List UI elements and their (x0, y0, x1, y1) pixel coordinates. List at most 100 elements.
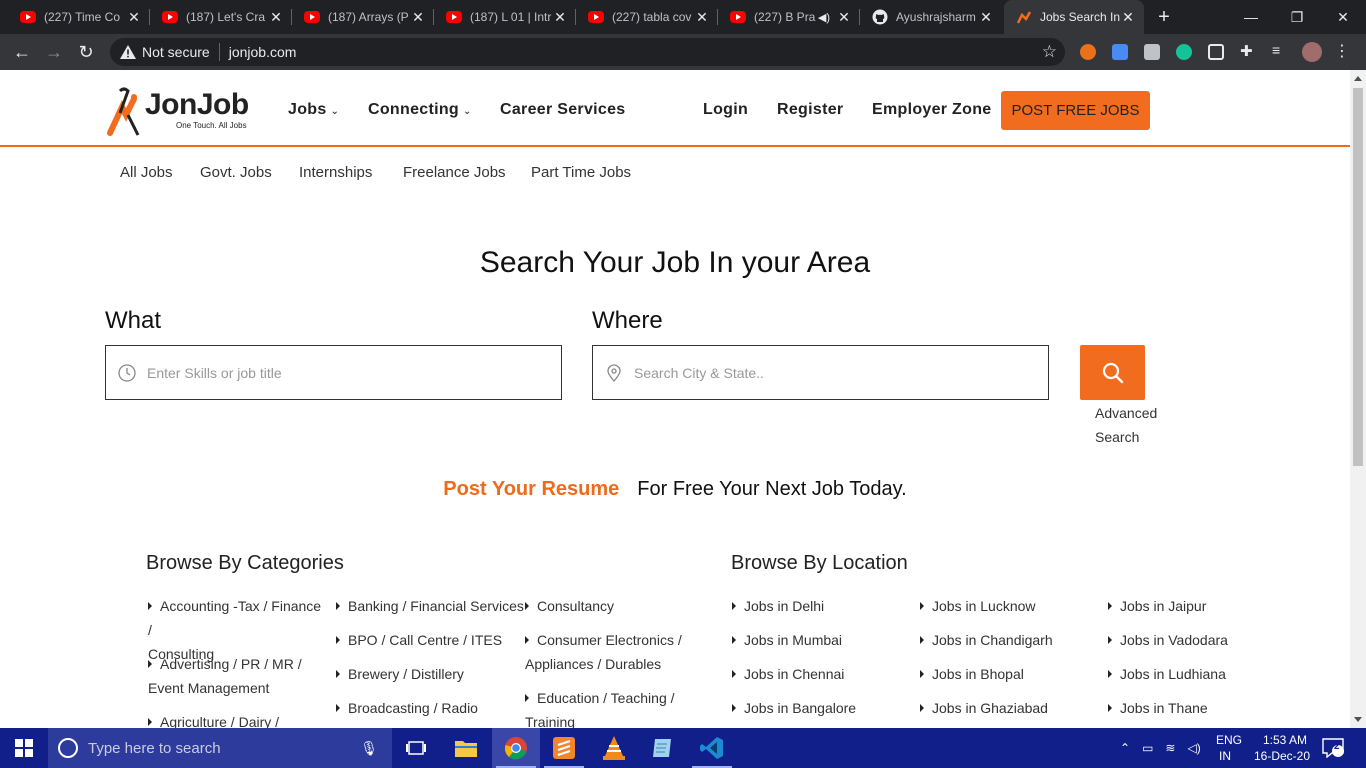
close-tab-icon[interactable]: ✕ (694, 9, 710, 25)
audio-playing-icon[interactable]: ◀) (818, 11, 830, 24)
advanced-search-link[interactable]: Advanced Search (1095, 401, 1165, 449)
close-tab-icon[interactable]: ✕ (268, 9, 284, 25)
vscode-icon[interactable] (688, 728, 736, 768)
category-item[interactable]: Consumer Electronics / Appliances / Durab… (525, 628, 695, 676)
where-input[interactable] (634, 364, 1014, 381)
grammarly-icon[interactable] (1176, 44, 1192, 60)
nav-connecting[interactable]: Connecting ⌄ (368, 101, 472, 119)
reload-icon[interactable]: ↻ (74, 40, 98, 64)
site-logo[interactable]: JonJob One Touch. All Jobs (104, 85, 260, 137)
category-item[interactable]: Agriculture / Dairy / (148, 710, 328, 728)
task-view-icon[interactable] (392, 728, 440, 768)
category-item[interactable]: Consultancy (525, 594, 614, 618)
browser-tab[interactable]: (187) Let's Cra ✕ (150, 0, 292, 34)
browser-tab[interactable]: (187) L 01 | Intr ✕ (434, 0, 576, 34)
file-explorer-icon[interactable] (442, 728, 490, 768)
location-item[interactable]: Jobs in Ghaziabad (920, 696, 1048, 720)
extensions-puzzle-icon[interactable]: ✚ (1240, 42, 1256, 60)
category-item[interactable]: Brewery / Distillery (336, 662, 464, 686)
taskbar-search[interactable]: Type here to search 🎙 (48, 728, 392, 768)
battery-icon[interactable]: ▭ (1142, 741, 1153, 755)
location-item[interactable]: Jobs in Bhopal (920, 662, 1024, 686)
category-item[interactable]: Education / Teaching / Training (525, 686, 695, 728)
location-item[interactable]: Jobs in Chennai (732, 662, 844, 686)
wifi-icon[interactable]: ≋ (1165, 741, 1175, 755)
location-item[interactable]: Jobs in Vadodara (1108, 628, 1228, 652)
notepad-icon[interactable] (638, 728, 686, 768)
subnav-internships[interactable]: Internships (299, 164, 372, 181)
subnav-part-time-jobs[interactable]: Part Time Jobs (531, 164, 631, 181)
volume-icon[interactable]: ◁) (1187, 741, 1200, 755)
sublime-text-icon[interactable] (540, 728, 588, 768)
language-indicator[interactable]: ENG IN (1216, 728, 1242, 768)
browser-tab[interactable]: (227) B Pra ◀) ✕ (718, 0, 860, 34)
location-item[interactable]: Jobs in Chandigarh (920, 628, 1053, 652)
close-tab-icon[interactable]: ✕ (126, 9, 142, 25)
nav-career-services[interactable]: Career Services (500, 101, 625, 119)
post-resume-link[interactable]: Post Your Resume (443, 478, 619, 500)
forward-icon[interactable]: → (42, 40, 66, 64)
location-item[interactable]: Jobs in Thane (1108, 696, 1208, 720)
location-item[interactable]: Jobs in Mumbai (732, 628, 842, 652)
scroll-down-icon[interactable] (1354, 717, 1362, 722)
nav-register[interactable]: Register (777, 101, 843, 119)
scrollbar-thumb[interactable] (1353, 88, 1363, 466)
menu-kebab-icon[interactable]: ⋮ (1334, 41, 1350, 60)
category-item[interactable]: Advertising / PR / MR / Event Management (148, 652, 328, 700)
what-field[interactable] (105, 345, 562, 400)
address-bar[interactable]: Not secure jonjob.com ☆ (110, 38, 1065, 66)
search-button[interactable] (1080, 345, 1145, 400)
category-item[interactable]: Broadcasting / Radio (336, 696, 478, 720)
page-scrollbar[interactable] (1350, 70, 1366, 728)
url-text[interactable]: jonjob.com (229, 44, 297, 60)
close-tab-icon[interactable]: ✕ (836, 9, 852, 25)
close-tab-icon[interactable]: ✕ (552, 9, 568, 25)
subnav-govt-jobs[interactable]: Govt. Jobs (200, 164, 272, 181)
location-item[interactable]: Jobs in Lucknow (920, 594, 1036, 618)
location-item[interactable]: Jobs in Delhi (732, 594, 824, 618)
location-item[interactable]: Jobs in Bangalore (732, 696, 856, 720)
browser-tab[interactable]: Ayushrajsharm ✕ (860, 0, 1002, 34)
where-field[interactable] (592, 345, 1049, 400)
browser-tab[interactable]: (187) Arrays (P ✕ (292, 0, 434, 34)
post-free-jobs-button[interactable]: POST FREE JOBS (1001, 91, 1150, 130)
subnav-all-jobs[interactable]: All Jobs (120, 164, 173, 181)
translate-extension-icon[interactable] (1112, 44, 1128, 60)
microphone-icon[interactable]: 🎙 (360, 740, 378, 757)
category-item[interactable]: BPO / Call Centre / ITES (336, 628, 502, 652)
clock[interactable]: 1:53 AM 16-Dec-20 (1254, 728, 1310, 768)
extension-icon[interactable] (1080, 44, 1096, 60)
chevron-up-icon[interactable]: ⌃ (1120, 741, 1130, 755)
close-tab-icon[interactable]: ✕ (1120, 9, 1136, 25)
media-control-icon[interactable]: ≡ (1272, 42, 1288, 58)
category-item[interactable]: Banking / Financial Services (336, 594, 524, 618)
location-item[interactable]: Jobs in Ludhiana (1108, 662, 1226, 686)
windows-start-icon[interactable] (0, 728, 48, 768)
subnav-freelance-jobs[interactable]: Freelance Jobs (403, 164, 506, 181)
scroll-up-icon[interactable] (1354, 76, 1362, 81)
minimize-icon[interactable]: — (1228, 0, 1274, 34)
chrome-icon[interactable] (492, 728, 540, 768)
profile-avatar[interactable] (1302, 42, 1322, 62)
back-icon[interactable]: ← (10, 40, 34, 64)
browser-tab[interactable]: (227) Time Co ✕ (8, 0, 150, 34)
extension-icon[interactable] (1144, 44, 1160, 60)
bookmark-star-icon[interactable]: ☆ (1042, 42, 1057, 62)
vlc-icon[interactable] (590, 728, 638, 768)
close-tab-icon[interactable]: ✕ (978, 9, 994, 25)
notification-center-icon[interactable]: 2 (1322, 728, 1344, 768)
window-close-icon[interactable]: ✕ (1320, 0, 1366, 34)
browser-tab-active[interactable]: Jobs Search In ✕ (1004, 0, 1144, 34)
location-item[interactable]: Jobs in Jaipur (1108, 594, 1206, 618)
cast-icon[interactable] (1208, 44, 1224, 60)
nav-employer-zone[interactable]: Employer Zone (872, 101, 991, 119)
browser-tab[interactable]: (227) tabla cov ✕ (576, 0, 718, 34)
new-tab-icon[interactable]: + (1154, 7, 1174, 27)
security-label[interactable]: Not secure (142, 44, 210, 60)
warning-icon[interactable] (120, 44, 136, 60)
restore-icon[interactable]: ❐ (1274, 0, 1320, 34)
nav-jobs[interactable]: Jobs ⌄ (288, 101, 339, 119)
close-tab-icon[interactable]: ✕ (410, 9, 426, 25)
nav-login[interactable]: Login (703, 101, 748, 119)
what-input[interactable] (147, 364, 527, 381)
